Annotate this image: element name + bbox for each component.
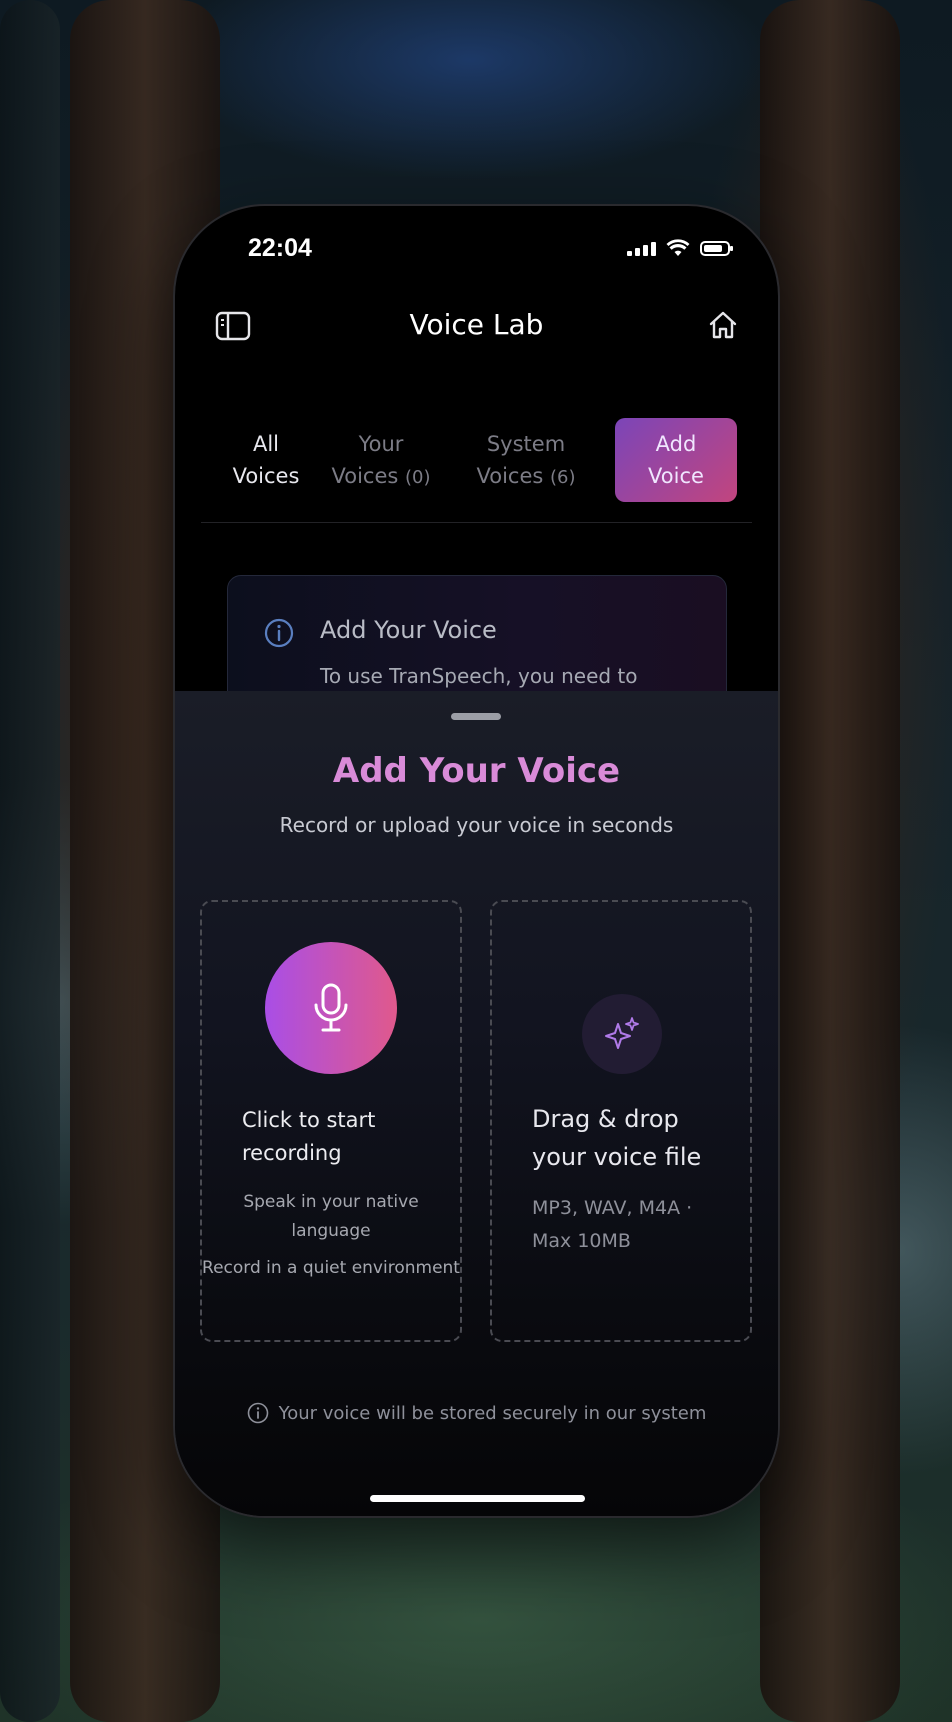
cellular-signal-icon (627, 240, 656, 256)
tab-label-line2: Voices (0) (331, 460, 431, 494)
tab-label-line1: Add (655, 432, 697, 456)
background-tree (0, 0, 60, 1722)
upload-title: Drag & drop your voice file (532, 1105, 702, 1171)
tab-label-line1: Your (358, 432, 404, 456)
record-tip: Speak in your native language (243, 1192, 419, 1241)
home-button[interactable] (706, 308, 740, 342)
status-time: 22:04 (248, 234, 312, 262)
sheet-grabber[interactable] (451, 713, 501, 720)
sheet-title: Add Your Voice (332, 751, 621, 791)
tab-label-line2: Voices (6) (451, 460, 601, 494)
wifi-icon (666, 239, 690, 256)
info-card-title: Add Your Voice (320, 616, 497, 644)
tab-your-voices[interactable]: Your Voices (0) (331, 418, 431, 502)
tab-add-voice[interactable]: Add Voice (615, 418, 737, 502)
tab-label-line2: Voice (648, 464, 704, 488)
phone-frame: 22:04 Voice Lab All Voices Your Voices (… (175, 206, 778, 1516)
tab-system-voices[interactable]: System Voices (6) (451, 418, 601, 502)
tab-count: (0) (405, 467, 431, 488)
divider (201, 522, 752, 523)
upload-icon-bubble (582, 994, 662, 1074)
sparkles-icon (605, 1017, 639, 1049)
tab-label-text: Voices (331, 464, 399, 488)
tab-count: (6) (550, 467, 576, 488)
secure-note-text: Your voice will be stored securely in ou… (278, 1402, 707, 1424)
add-voice-bottom-sheet: Add Your Voice Record or upload your voi… (175, 691, 778, 1516)
status-icons (627, 239, 733, 257)
battery-icon (700, 240, 733, 256)
info-card-body: To use TranSpeech, you need to (320, 664, 638, 688)
home-icon (709, 311, 737, 339)
status-bar: 22:04 (175, 206, 778, 296)
record-button[interactable] (265, 942, 397, 1074)
sheet-subtitle: Record or upload your voice in seconds (279, 813, 674, 837)
record-dropzone[interactable]: Click to start recording Speak in your n… (200, 900, 462, 1342)
tab-label-line1: System (486, 432, 566, 456)
page-title: Voice Lab (409, 308, 544, 341)
tab-label-line2: Voices (232, 464, 300, 488)
tab-label-line1: All (252, 432, 280, 456)
record-title: Click to start recording (242, 1108, 376, 1165)
voice-tabs: All Voices Your Voices (0) System Voices… (201, 418, 752, 514)
microphone-icon (314, 983, 348, 1032)
tab-label-text: Voices (476, 464, 544, 488)
secure-storage-note: Your voice will be stored securely in ou… (175, 1402, 778, 1424)
home-indicator[interactable] (370, 1495, 585, 1502)
info-icon (247, 1402, 268, 1424)
tab-all-voices[interactable]: All Voices (217, 418, 315, 502)
upload-dropzone[interactable]: Drag & drop your voice file MP3, WAV, M4… (490, 900, 752, 1342)
info-icon (264, 618, 294, 648)
record-tip: Record in a quiet environment (202, 1258, 460, 1278)
upload-formats: MP3, WAV, M4A · Max 10MB (532, 1197, 693, 1252)
background-tree (760, 0, 900, 1722)
